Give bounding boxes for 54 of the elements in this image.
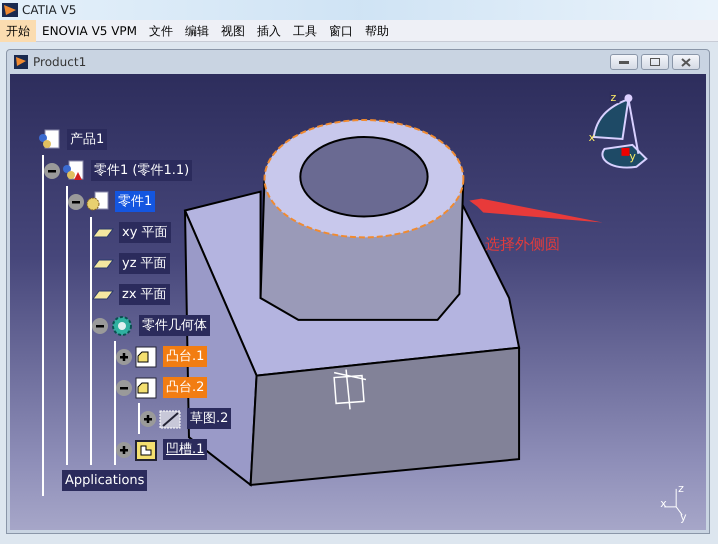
gear-icon <box>110 314 134 336</box>
collapse-toggle[interactable] <box>44 162 60 178</box>
pocket-icon <box>134 438 158 460</box>
menu-item[interactable]: 视图 <box>215 20 252 42</box>
minimize-button[interactable] <box>610 54 638 70</box>
expand-toggle[interactable] <box>116 442 132 458</box>
triad-y-label: y <box>680 510 687 524</box>
window-title: Product1 <box>33 54 86 71</box>
menu-item[interactable]: ENOVIA V5 VPM <box>36 20 144 42</box>
triad-x-label: x <box>660 496 667 510</box>
tree-node-label[interactable]: 零件几何体 <box>139 314 210 336</box>
collapse-toggle[interactable] <box>116 380 132 396</box>
app-logo-icon <box>2 3 18 17</box>
collapse-toggle[interactable] <box>68 194 84 210</box>
menu-item[interactable]: 编辑 <box>179 20 216 42</box>
tree-node-label[interactable]: zx 平面 <box>119 284 170 306</box>
tree-node-label[interactable]: Applications <box>62 470 148 492</box>
document-gear-icon <box>62 160 86 182</box>
triad-z-label: z <box>678 482 684 495</box>
menu-item[interactable]: 开始 <box>0 20 36 42</box>
app-title: CATIA V5 <box>22 2 76 19</box>
plane-icon <box>92 290 114 300</box>
sketch-icon <box>158 408 182 430</box>
expand-toggle[interactable] <box>140 410 156 426</box>
document-icon <box>14 55 28 69</box>
menu-item[interactable]: 插入 <box>251 20 288 42</box>
document-gear-icon <box>38 128 62 150</box>
tree-node-label[interactable]: xy 平面 <box>119 222 171 244</box>
menu-item[interactable]: 工具 <box>287 20 324 42</box>
restore-button[interactable] <box>641 54 669 70</box>
menu-item[interactable]: 帮助 <box>359 20 396 42</box>
tree-node-label[interactable]: 零件1 (零件1.1) <box>91 160 192 182</box>
minimize-icon <box>619 60 629 64</box>
tree-node-label[interactable]: 零件1 <box>115 190 156 212</box>
collapse-toggle[interactable] <box>92 318 108 334</box>
compass-x-label: x <box>588 130 596 144</box>
expand-toggle[interactable] <box>116 348 132 364</box>
restore-icon <box>650 58 660 66</box>
block-icon <box>134 376 158 398</box>
menu-item[interactable]: 窗口 <box>323 20 360 42</box>
tree-node-label[interactable]: 草图.2 <box>187 408 232 430</box>
compass-z-label: z <box>610 91 616 104</box>
plane-icon <box>92 228 114 238</box>
tree-node-label[interactable]: yz 平面 <box>119 252 170 274</box>
block-icon <box>134 346 158 368</box>
close-icon <box>681 58 691 66</box>
plane-icon <box>92 258 114 268</box>
document-gear-icon <box>86 190 110 212</box>
annotation-text: 选择外侧圆 <box>485 234 560 255</box>
menu-item[interactable]: 文件 <box>143 20 180 42</box>
close-button[interactable] <box>672 54 700 70</box>
tree-node-label[interactable]: 产品1 <box>67 128 108 150</box>
compass-y-label: y <box>629 150 636 163</box>
tree-node-label[interactable]: 凹槽.1 <box>163 438 208 460</box>
